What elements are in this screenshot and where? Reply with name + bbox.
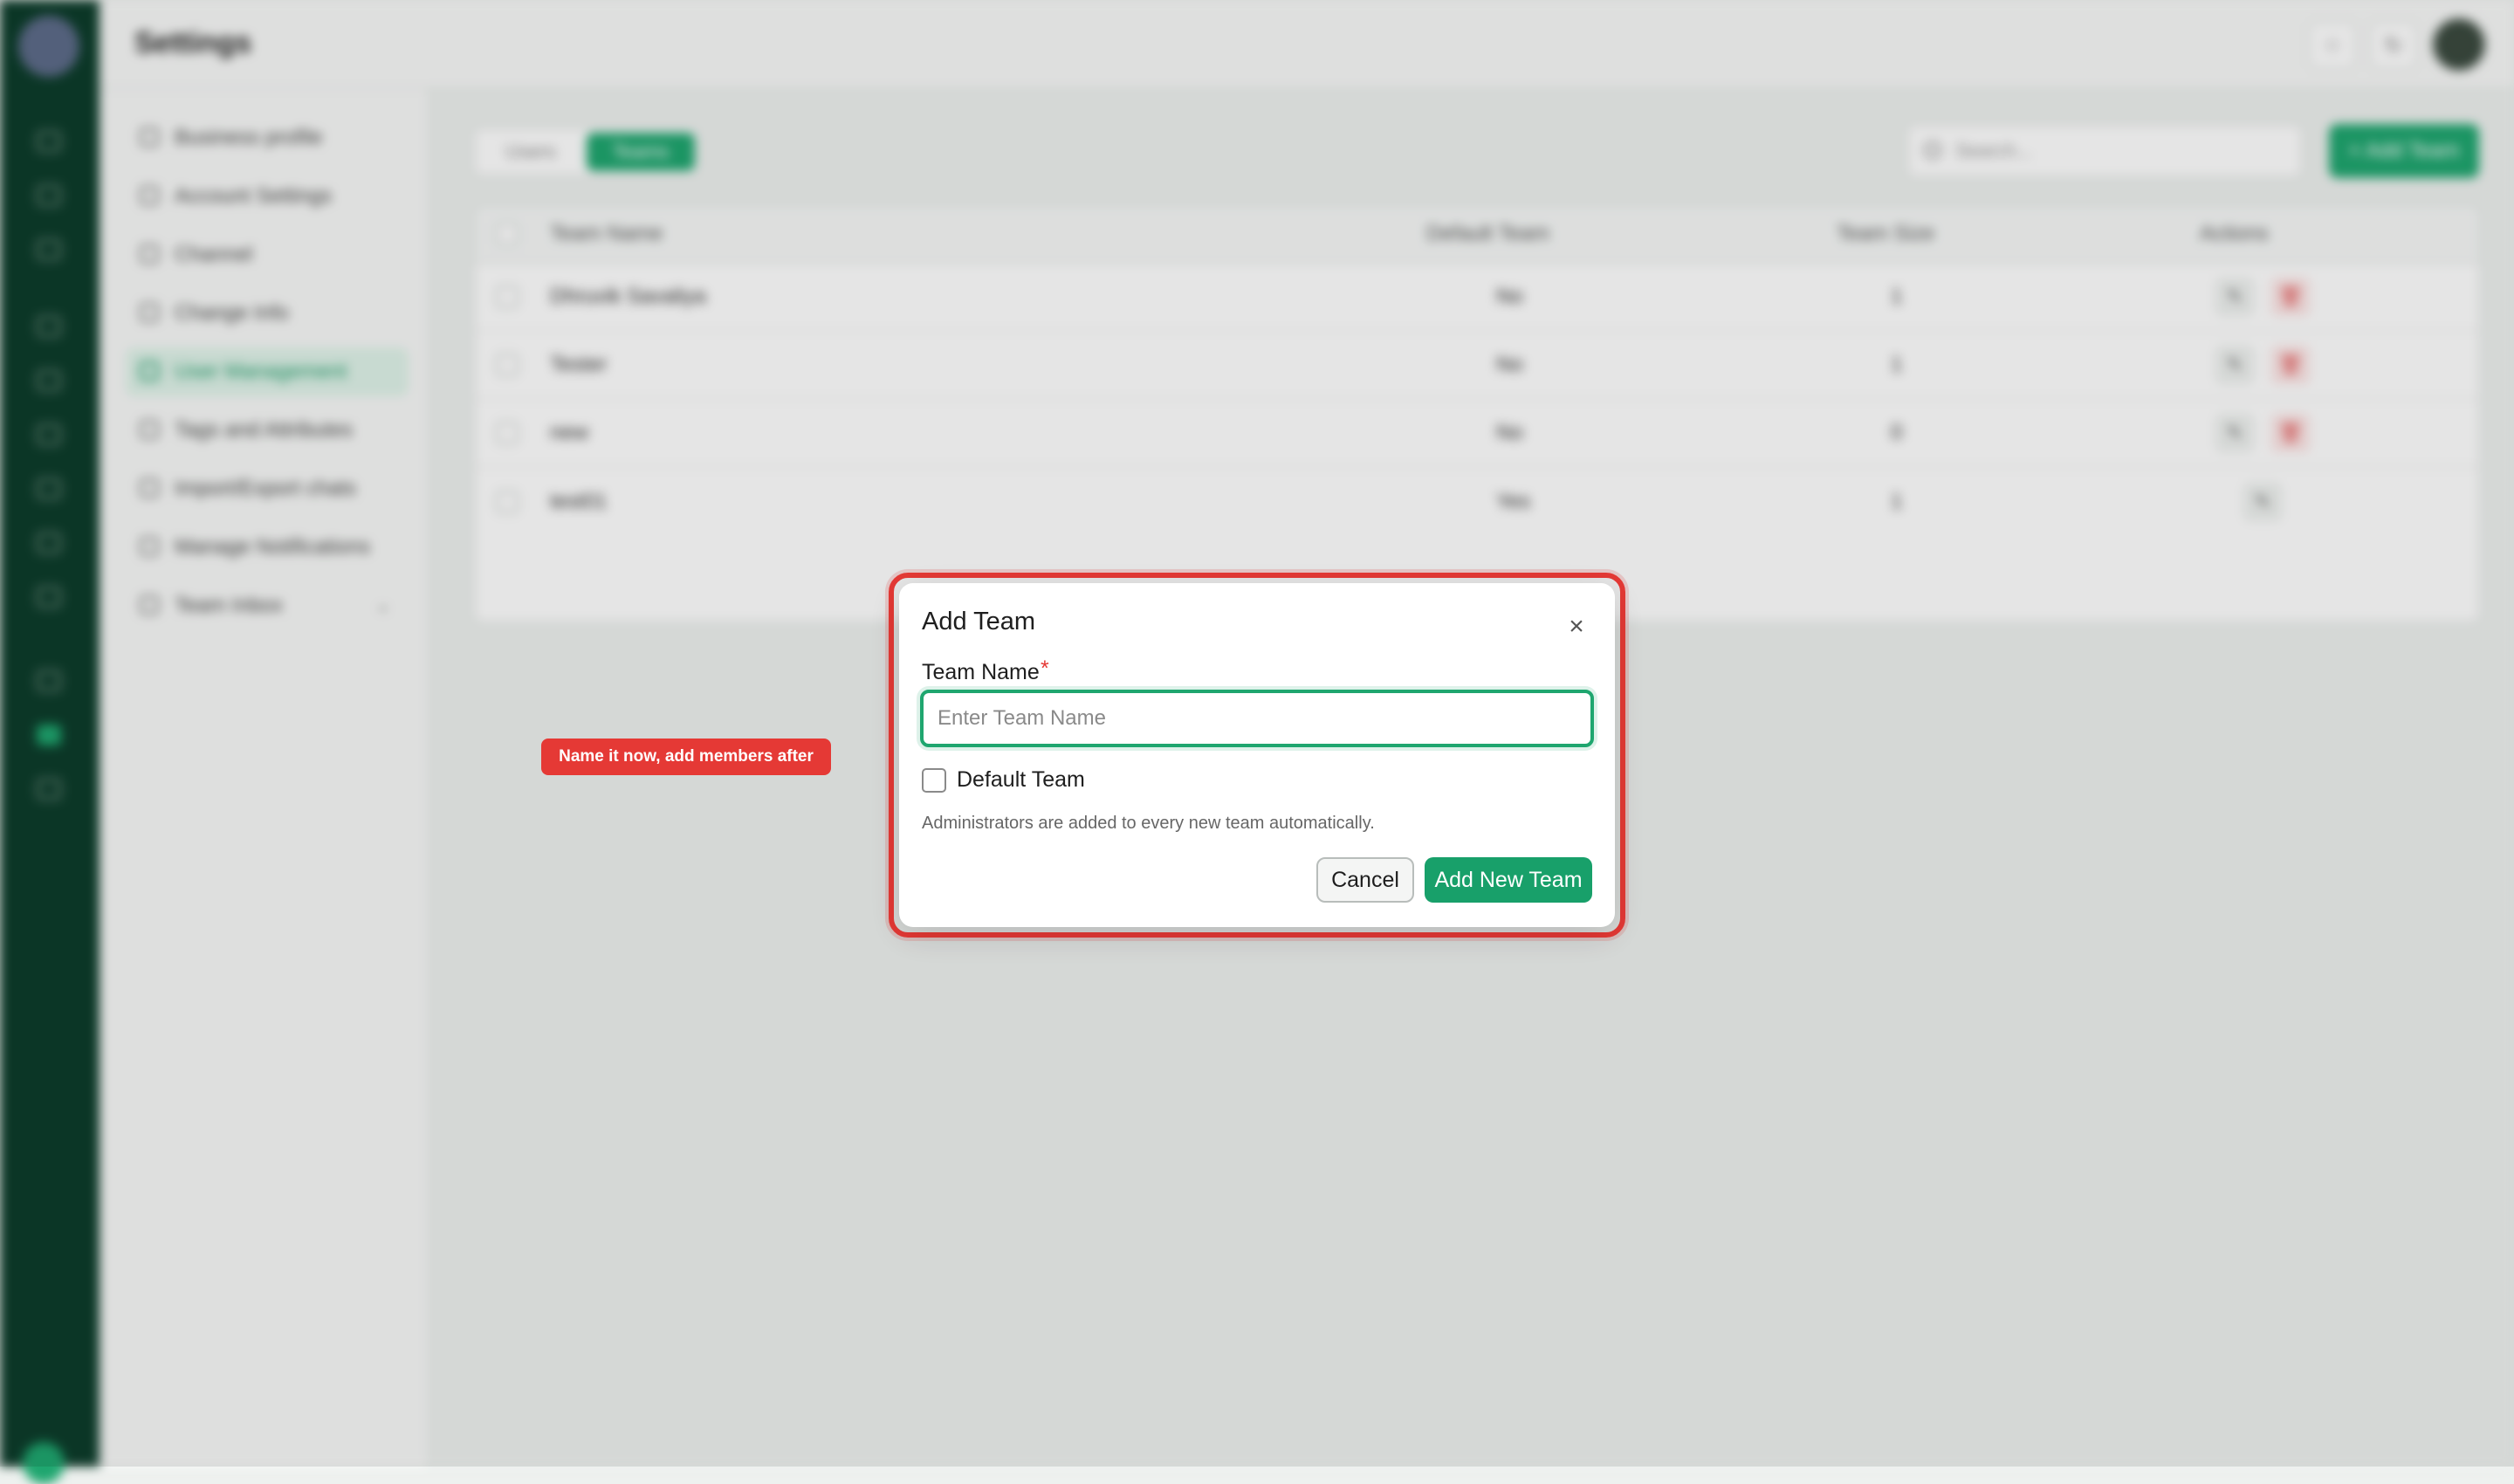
dialog-title: Add Team [922,608,1036,636]
dialog-note: Administrators are added to every new te… [922,814,1375,833]
team-name-label: Team Name [922,660,1040,684]
team-name-input[interactable] [920,690,1594,747]
hint-tooltip: Name it now, add members after [541,739,831,775]
required-indicator: * [1041,656,1049,681]
close-icon[interactable]: × [1559,609,1594,644]
cancel-button[interactable]: Cancel [1316,857,1414,903]
add-team-dialog: Add Team × Team Name * Default Team Admi… [899,583,1615,927]
add-new-team-button[interactable]: Add New Team [1425,857,1592,903]
default-team-label[interactable]: Default Team [957,767,1085,793]
default-team-checkbox[interactable] [922,768,946,793]
